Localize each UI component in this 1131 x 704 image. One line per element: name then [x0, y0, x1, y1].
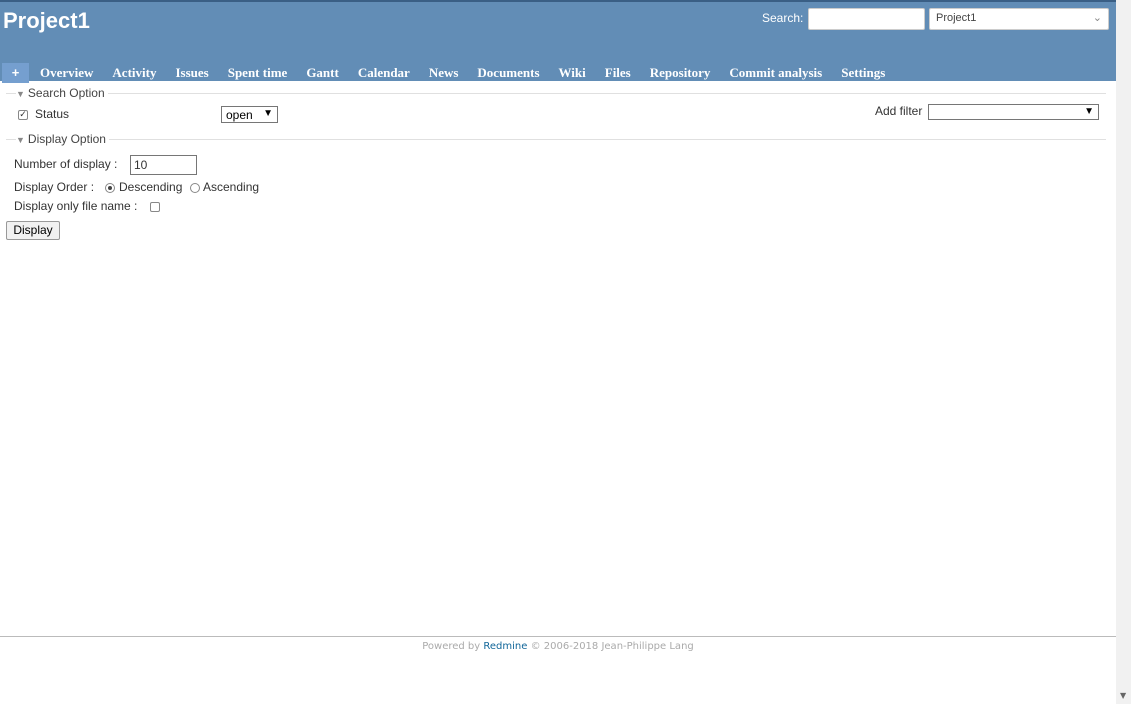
redmine-link[interactable]: Redmine — [483, 641, 527, 652]
ascending-label: Ascending — [203, 180, 260, 194]
scroll-down-arrow-icon[interactable]: ▼ — [1120, 691, 1126, 700]
collapse-icon: ▼ — [16, 89, 25, 99]
main-menu: + Overview Activity Issues Spent time Ga… — [2, 63, 894, 83]
project-select-value: Project1 — [936, 12, 977, 24]
vertical-scrollbar[interactable]: ▼ — [1116, 0, 1131, 704]
search-option-legend[interactable]: ▼ Search Option — [16, 86, 108, 100]
display-button[interactable]: Display — [6, 221, 60, 240]
project-jump-select[interactable]: Project1 ⌄ — [929, 8, 1109, 30]
footer-copyright: © 2006-2018 Jean-Philippe Lang — [530, 641, 694, 652]
add-filter-label: Add filter — [875, 104, 923, 118]
search-label: Search: — [762, 11, 804, 25]
descending-label: Descending — [119, 180, 183, 194]
dropdown-arrow-icon: ▼ — [1084, 106, 1094, 117]
status-operator-value: open — [226, 108, 253, 122]
new-object-button[interactable]: + — [2, 63, 29, 83]
collapse-icon: ▼ — [16, 135, 25, 145]
project-title[interactable]: Project1 — [3, 8, 90, 34]
status-label: Status — [35, 107, 70, 121]
number-of-display-input[interactable]: 10 — [130, 155, 197, 175]
dropdown-arrow-icon: ▼ — [263, 108, 273, 119]
display-file-name-only-label: Display only file name : — [14, 199, 138, 213]
footer-powered-by: Powered by — [422, 641, 481, 652]
search-input[interactable] — [808, 8, 925, 30]
content: ▼ Search Option ✓ Status open ▼ Add filte… — [0, 81, 1116, 636]
add-filter-select[interactable]: ▼ — [928, 104, 1099, 120]
status-checkbox[interactable]: ✓ — [18, 110, 28, 120]
chevron-down-icon: ⌄ — [1092, 12, 1102, 24]
ascending-radio[interactable] — [190, 183, 200, 193]
display-order-label: Display Order : — [14, 180, 95, 194]
header: Project1 Search: Project1 ⌄ + Overview A… — [0, 0, 1116, 83]
status-operator-select[interactable]: open ▼ — [221, 106, 278, 123]
footer: Powered by Redmine © 2006-2018 Jean-Phil… — [0, 636, 1116, 704]
display-option-legend[interactable]: ▼ Display Option — [16, 132, 109, 146]
descending-radio[interactable] — [105, 183, 115, 193]
number-of-display-label: Number of display : — [14, 157, 118, 171]
display-file-name-only-checkbox[interactable] — [150, 202, 160, 212]
